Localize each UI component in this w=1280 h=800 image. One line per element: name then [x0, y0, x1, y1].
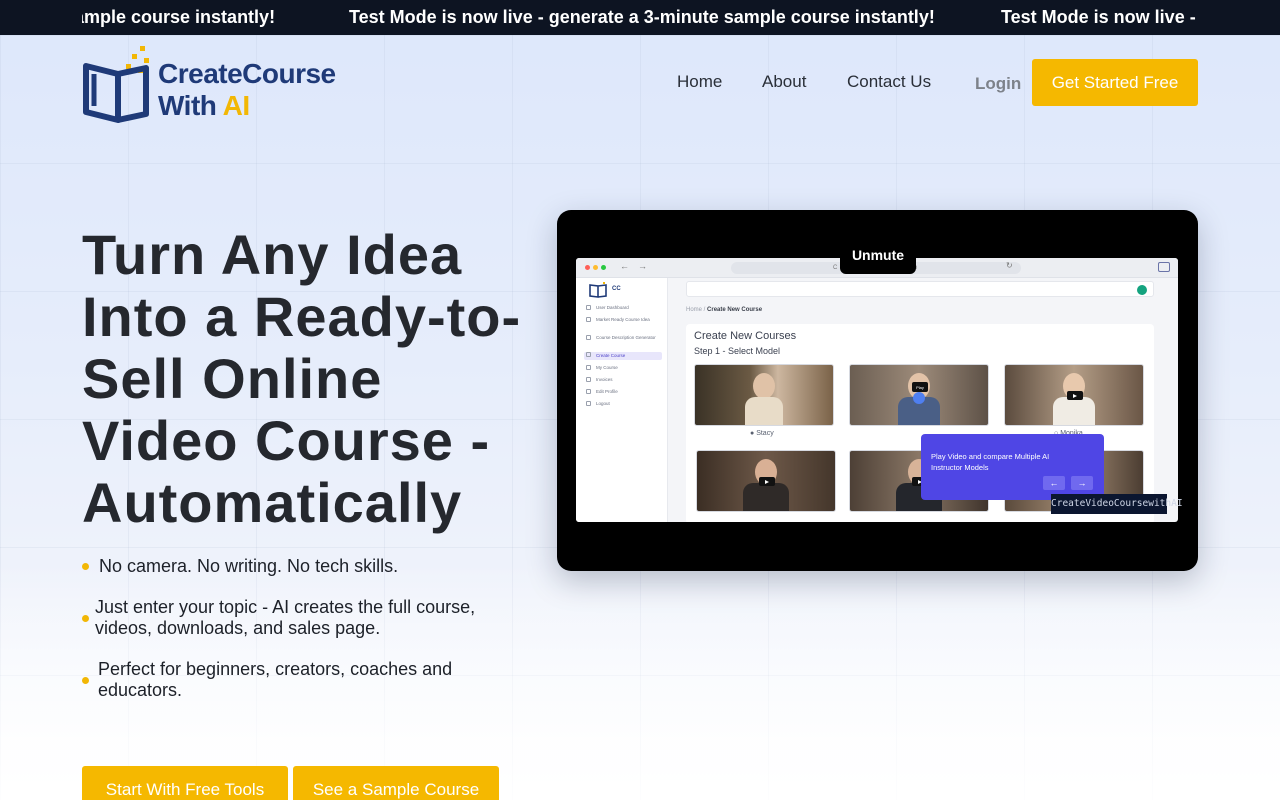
nav-home[interactable]: Home — [677, 72, 722, 92]
ticker-track: ample course instantly! Test Mode is now… — [82, 0, 1198, 35]
demo-video-player[interactable]: Unmute ← → C e ↻ CC User Dashboard Marke… — [557, 210, 1198, 571]
get-started-button[interactable]: Get Started Free — [1032, 59, 1198, 106]
instructor-name: ● Stacy — [750, 430, 774, 437]
panel-title: Create New Courses — [694, 330, 797, 342]
play-tooltip: Play — [912, 382, 928, 392]
bullet-dot-icon — [82, 563, 89, 570]
ticker-item: Test Mode is now live - generate a 3-min… — [349, 7, 935, 27]
feature-bullet: Perfect for beginners, creators, coaches… — [82, 659, 452, 701]
minimize-dot-icon — [593, 265, 598, 270]
forward-arrow-icon: → — [638, 261, 647, 271]
bullet-text: No camera. No writing. No tech skills. — [99, 556, 399, 576]
sidebar-item-create-course: Create Course — [584, 352, 662, 360]
tooltip-text: Play Video and compare Multiple AI Instr… — [931, 452, 1050, 472]
logo-text-second-line: With AI — [158, 90, 250, 122]
instructor-thumbnail — [1004, 364, 1144, 426]
cursor-icon — [913, 392, 925, 404]
instructor-thumbnail — [694, 364, 834, 426]
nav-about[interactable]: About — [762, 72, 806, 92]
app-search-bar — [686, 281, 1154, 297]
sidebar-item-profile: Edit Profile — [584, 389, 662, 395]
instructor-thumbnail: Play — [849, 364, 989, 426]
instructor-body — [743, 483, 789, 511]
bullet-dot-icon — [82, 676, 89, 684]
video-watermark: CreateVideoCoursewithAI — [1051, 494, 1183, 514]
logo-text: CreateCourse — [158, 58, 336, 89]
video-frame: ← → C e ↻ CC User Dashboard Market Ready… — [576, 258, 1178, 522]
feature-bullet: No camera. No writing. No tech skills. — [82, 556, 398, 577]
reload-icon: ↻ — [1006, 261, 1013, 270]
sidebar-item-my-course: My Course — [584, 365, 662, 371]
unmute-button[interactable]: Unmute — [840, 236, 916, 274]
login-link[interactable]: Login — [975, 74, 1021, 94]
fullscreen-icon — [1158, 262, 1170, 272]
sidebar-item-dashboard: User Dashboard — [584, 305, 662, 311]
instructor-body — [745, 397, 783, 425]
url-text: C — [833, 265, 838, 271]
instructor-thumbnail — [696, 450, 836, 512]
sidebar-item-invoices: Invoices — [584, 377, 662, 383]
compare-models-tooltip: Play Video and compare Multiple AI Instr… — [921, 434, 1104, 500]
bullet-dot-icon — [82, 614, 89, 622]
bullet-text: Perfect for beginners, creators, coaches… — [98, 659, 453, 700]
hero-title: Turn Any Idea Into a Ready-to-Sell Onlin… — [82, 223, 522, 534]
back-arrow-icon: ← — [620, 261, 629, 271]
instructor-face — [753, 373, 775, 399]
app-brand: CC — [612, 286, 621, 292]
app-sidebar: CC User Dashboard Market Ready Course Id… — [576, 278, 668, 522]
app-logo-icon — [588, 282, 608, 298]
maximize-dot-icon — [601, 265, 606, 270]
logo-accent: AI — [222, 90, 251, 121]
panel-subtitle: Step 1 - Select Model — [694, 346, 781, 356]
feature-bullet: Just enter your topic - AI creates the f… — [82, 597, 475, 639]
instructor-body — [1053, 397, 1095, 425]
see-sample-course-button[interactable]: See a Sample Course — [293, 766, 499, 800]
tooltip-next-button: → — [1071, 476, 1093, 490]
site-logo[interactable]: CreateCourse With AI — [82, 44, 352, 124]
play-icon — [1067, 391, 1083, 400]
breadcrumb: Home / Create New Course — [686, 307, 763, 313]
avatar — [1137, 285, 1147, 295]
sidebar-item-market-idea: Market Ready Course Idea — [584, 317, 662, 323]
sidebar-item-logout: Logout — [584, 401, 662, 407]
ticker-item: Test Mode is now live - — [1001, 7, 1196, 27]
logo-word: With — [158, 90, 217, 121]
bullet-text: Just enter your topic - AI creates the f… — [95, 597, 476, 638]
sidebar-item-description: Course Description Generator — [584, 335, 662, 341]
announcement-ticker: ample course instantly! Test Mode is now… — [0, 0, 1280, 35]
nav-contact-us[interactable]: Contact Us — [847, 72, 931, 92]
book-logo-icon — [83, 46, 149, 123]
tooltip-prev-button: ← — [1043, 476, 1065, 490]
ticker-item: ample course instantly! — [82, 7, 276, 27]
play-icon — [759, 477, 775, 486]
app-main: Home / Create New Course Create New Cour… — [668, 278, 1178, 522]
start-free-tools-button[interactable]: Start With Free Tools — [82, 766, 288, 800]
close-dot-icon — [585, 265, 590, 270]
